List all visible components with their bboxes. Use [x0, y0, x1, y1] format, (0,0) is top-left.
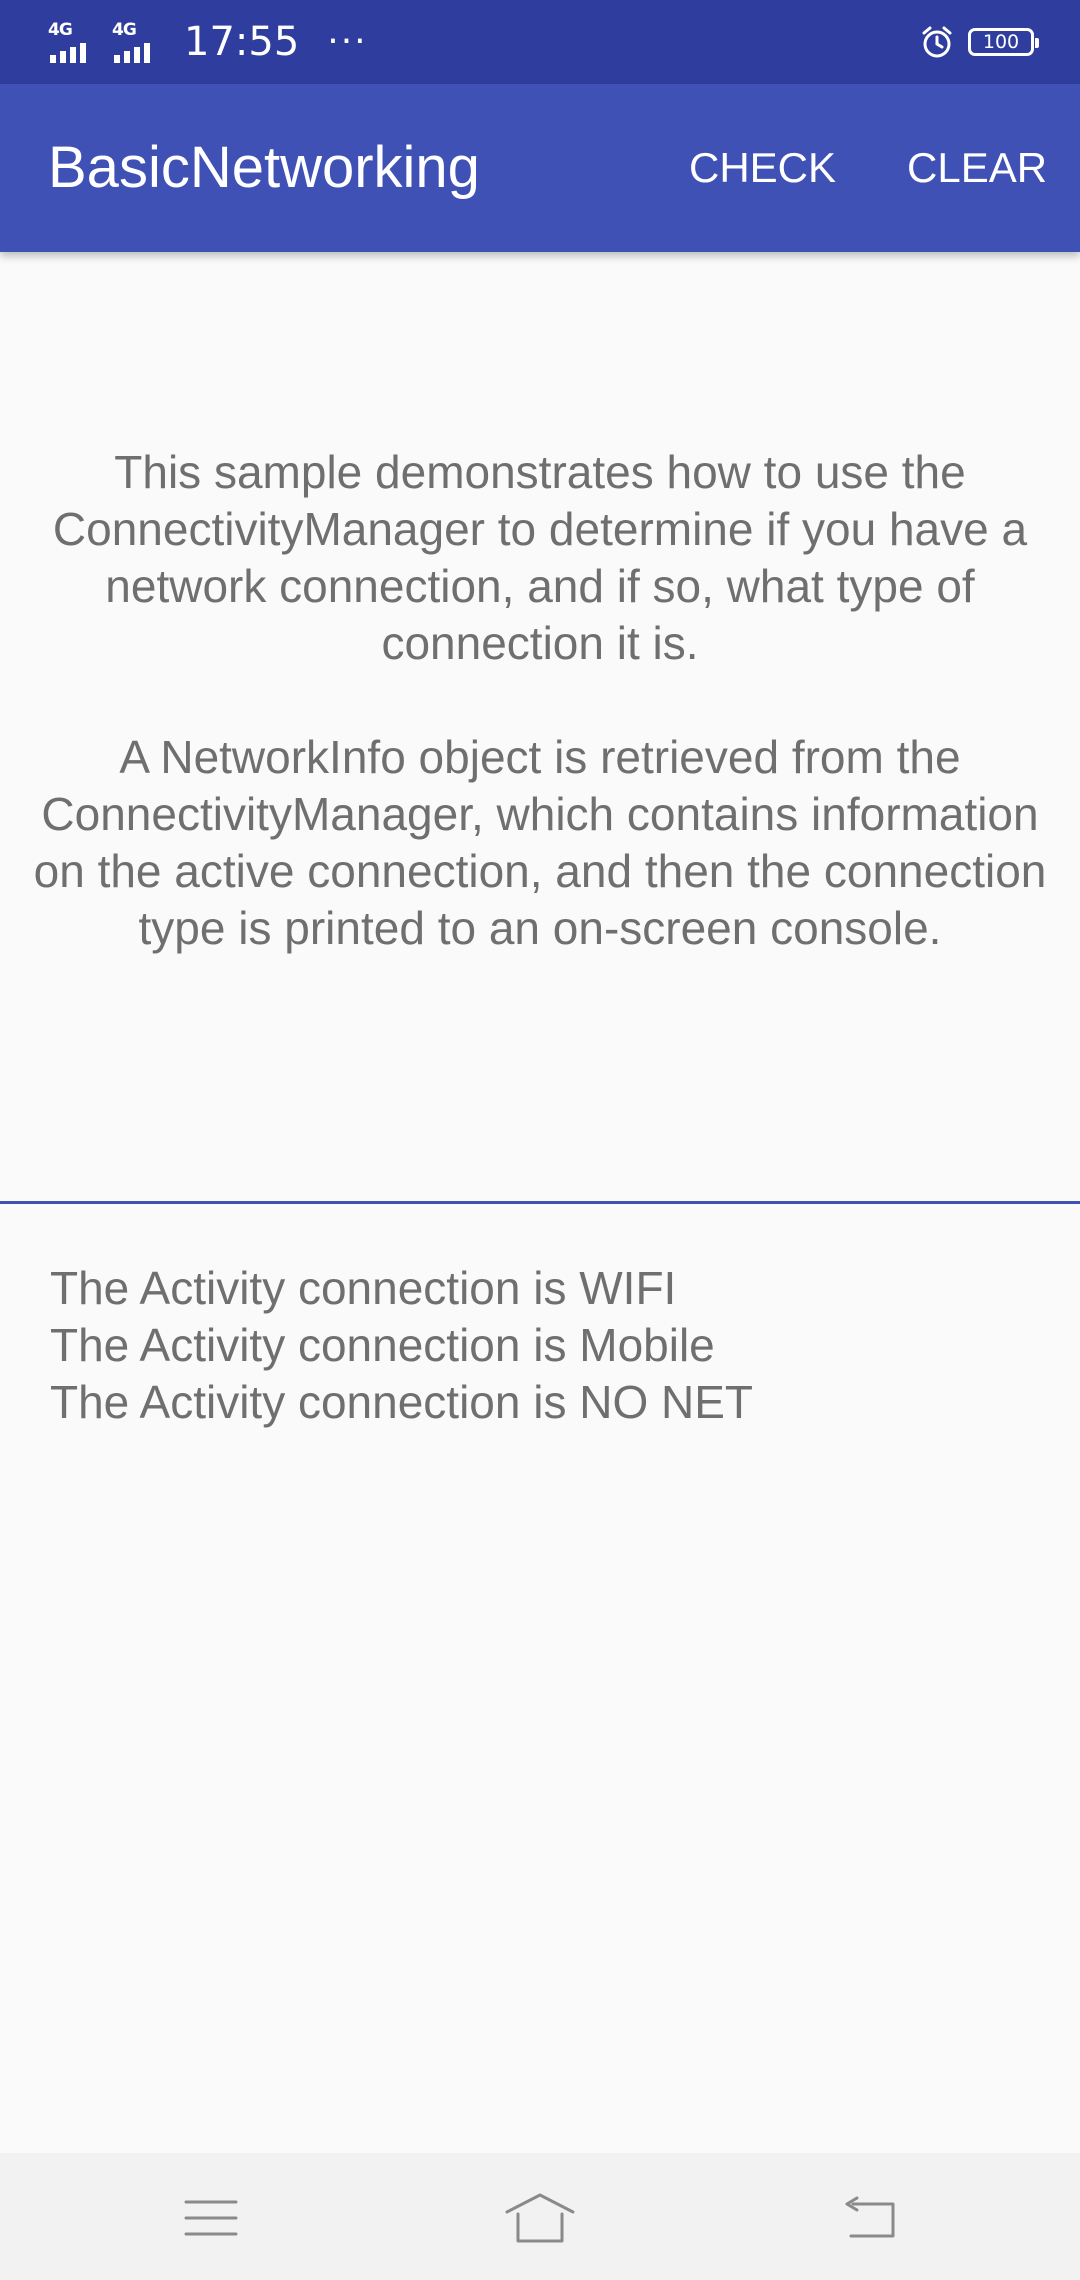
intro-paragraph-2: A NetworkInfo object is retrieved from t… — [33, 731, 1047, 954]
battery-icon: 100 — [968, 28, 1039, 56]
intro-text: This sample demonstrates how to use the … — [16, 444, 1064, 957]
home-button[interactable] — [490, 2173, 590, 2263]
signal-icon-2: 4G — [112, 17, 162, 67]
navigation-bar — [0, 2153, 1080, 2280]
signal-icon: 4G — [48, 17, 98, 67]
back-button[interactable] — [820, 2173, 920, 2263]
clear-button[interactable]: CLEAR — [907, 84, 1047, 252]
network-type: 4G — [48, 20, 73, 40]
status-time: 17:55 — [184, 19, 300, 65]
battery-level: 100 — [982, 31, 1020, 53]
back-icon — [845, 2196, 895, 2238]
alarm-icon — [920, 25, 954, 59]
app-title: BasicNetworking — [48, 135, 480, 200]
status-right: 100 — [920, 0, 1039, 84]
more-notifications-icon: ··· — [327, 21, 368, 62]
status-left: 4G 4G 17:55 ··· — [48, 0, 368, 84]
menu-button[interactable] — [161, 2173, 261, 2263]
status-bar: 4G 4G 17:55 ··· 100 — [0, 0, 1080, 84]
log-line: The Activity connection is NO NET — [50, 1376, 754, 1428]
intro-paragraph-1: This sample demonstrates how to use the … — [52, 446, 1028, 669]
log-line: The Activity connection is WIFI — [50, 1262, 677, 1314]
screen: 4G 4G 17:55 ··· 100 BasicNetworking CHEC… — [0, 0, 1080, 2280]
menu-icon — [184, 2200, 238, 2236]
log-line: The Activity connection is Mobile — [50, 1319, 715, 1371]
log-console: The Activity connection is WIFI The Acti… — [50, 1260, 1050, 1431]
check-button[interactable]: CHECK — [689, 84, 836, 252]
network-type-2: 4G — [112, 20, 137, 40]
app-bar: BasicNetworking CHECK CLEAR — [0, 84, 1080, 252]
divider — [0, 1201, 1080, 1204]
home-icon — [505, 2193, 575, 2243]
